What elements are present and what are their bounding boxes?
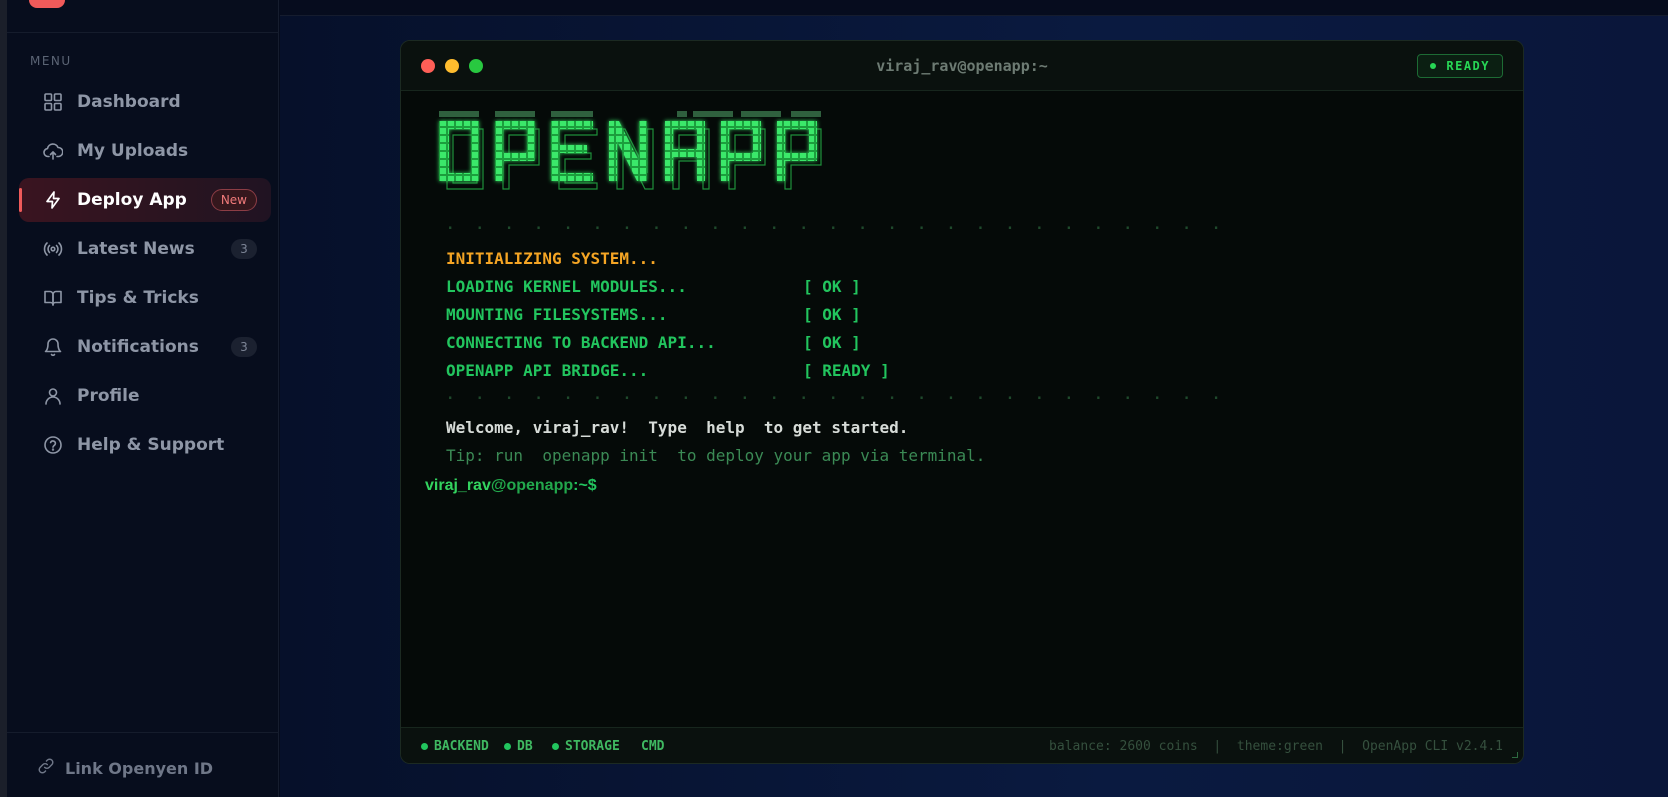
broadcast-icon [43,239,63,259]
terminal-status-bar: BACKEND DB STORAGE CMD balance: 2600 coi… [401,727,1523,763]
sidebar-item-tips-tricks[interactable]: Tips & Tricks [19,276,271,320]
sidebar-item-label: Notifications [77,337,199,357]
terminal-window[interactable]: viraj_rav@openapp:~ READY . . . . . . . … [400,40,1524,764]
sidebar-item-label: Tips & Tricks [77,288,199,308]
separator-line: . . . . . . . . . . . . . . . . . . . . … [446,387,1227,403]
service-status-db: DB [504,739,533,754]
cmd-button[interactable]: CMD [641,739,664,754]
sidebar: MENU Dashboard My Uploads Deploy App New [7,0,279,797]
service-status-backend: BACKEND [421,739,489,754]
sidebar-item-label: Deploy App [77,190,187,210]
help-circle-icon [43,435,63,455]
terminal-titlebar: viraj_rav@openapp:~ READY [401,41,1523,91]
count-badge: 3 [231,337,257,357]
prompt-path: :~$ [573,477,597,494]
cmd-label: CMD [641,739,665,754]
sidebar-item-label: My Uploads [77,141,189,161]
boot-line: MOUNTING FILESYSTEMS... [446,305,668,324]
boot-line: OPENAPP API BRIDGE... [446,361,649,380]
boot-status: [ OK ] [803,305,861,324]
count-badge: 3 [231,239,257,259]
sidebar-item-dashboard[interactable]: Dashboard [19,80,271,124]
divider [7,732,279,733]
sidebar-item-my-uploads[interactable]: My Uploads [19,129,271,173]
sidebar-item-label: Help & Support [77,435,225,455]
book-icon [43,288,63,308]
command-prompt[interactable]: viraj_rav@openapp:~$ [425,477,597,495]
status-badge: READY [1417,54,1503,78]
sidebar-item-help-support[interactable]: Help & Support [19,423,271,467]
boot-status: [ OK ] [803,277,861,296]
service-status-storage: STORAGE [552,739,620,754]
welcome-message: Welcome, viraj_rav! Type help to get sta… [446,418,909,437]
boot-status: [ OK ] [803,333,861,352]
init-line: INITIALIZING SYSTEM... [446,249,658,268]
prompt-host: @openapp [490,477,574,494]
separator-line: . . . . . . . . . . . . . . . . . . . . … [446,217,1227,233]
lightning-icon [43,190,63,210]
service-label: DB [517,739,533,754]
divider [7,32,279,33]
sidebar-item-profile[interactable]: Profile [19,374,271,418]
status-dot-icon [552,743,559,750]
boot-line: LOADING KERNEL MODULES... [446,277,687,296]
status-dot-icon [504,743,511,750]
status-badge-label: READY [1446,59,1490,73]
menu-section-label: MENU [30,54,72,68]
cloud-upload-icon [43,141,63,161]
link-openyen-id-label: Link Openyen ID [65,758,214,778]
ascii-logo [431,111,901,225]
sidebar-nav: Dashboard My Uploads Deploy App New Late… [19,80,271,472]
terminal-title: viraj_rav@openapp:~ [876,57,1048,75]
link-openyen-id-button[interactable]: Link Openyen ID [37,757,213,779]
tip-message: Tip: run openapp init to deploy your app… [446,446,986,465]
user-icon [43,386,63,406]
main-content: viraj_rav@openapp:~ READY . . . . . . . … [280,0,1668,797]
new-badge: New [210,189,257,211]
grid-icon [43,92,63,112]
sidebar-item-label: Profile [77,386,140,406]
sidebar-item-deploy-app[interactable]: Deploy App New [19,178,271,222]
ascii-logo-graphic [439,111,822,190]
sidebar-item-notifications[interactable]: Notifications 3 [19,325,271,369]
sidebar-item-label: Latest News [77,239,195,259]
resize-handle[interactable] [1512,752,1518,758]
window-edge [0,0,7,797]
link-icon [37,757,55,779]
service-label: BACKEND [434,739,489,754]
prompt-user: viraj_rav [425,477,491,494]
boot-line: CONNECTING TO BACKEND API... [446,333,716,352]
status-info: balance: 2600 coins | theme:green | Open… [1049,739,1503,754]
app-logo[interactable] [29,0,65,8]
service-label: STORAGE [565,739,620,754]
bell-icon [43,337,63,357]
status-dot-icon [421,743,428,750]
top-bar [280,0,1668,16]
status-dot-icon [1430,63,1437,69]
sidebar-item-latest-news[interactable]: Latest News 3 [19,227,271,271]
boot-status: [ READY ] [803,361,890,380]
sidebar-item-label: Dashboard [77,92,181,112]
